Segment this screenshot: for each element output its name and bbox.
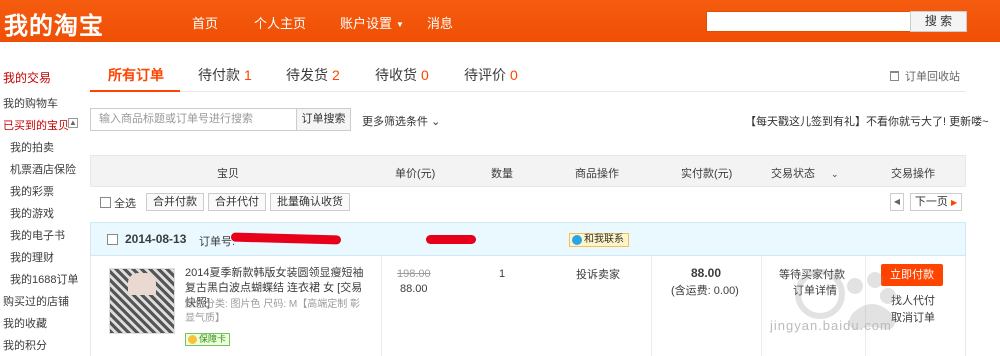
- more-filters-toggle[interactable]: 更多筛选条件 ⌄: [362, 113, 440, 129]
- col-quantity: 数量: [491, 168, 513, 180]
- sidebar-item-purchased[interactable]: 已买到的宝贝: [3, 117, 69, 133]
- col-paid: 实付款(元): [681, 168, 733, 180]
- tab-pending-review[interactable]: 待评价 0: [464, 65, 518, 85]
- tab-pending-receipt[interactable]: 待收货 0: [375, 65, 429, 85]
- sidebar-item-ebooks[interactable]: 我的电子书: [10, 227, 65, 243]
- col-item-actions: 商品操作: [575, 168, 619, 180]
- pay-now-button[interactable]: 立即付款: [881, 264, 943, 286]
- order-checkbox[interactable]: [107, 234, 118, 245]
- order-search-button[interactable]: 订单搜索: [296, 108, 351, 131]
- complain-seller-link[interactable]: 投诉卖家: [576, 266, 620, 282]
- col-item: 宝贝: [217, 168, 239, 180]
- select-all-checkbox[interactable]: [100, 197, 111, 208]
- watermark-text: jingyan.baidu.com: [770, 318, 892, 333]
- sidebar-item-finance[interactable]: 我的理财: [10, 249, 54, 265]
- promo-link[interactable]: 【每天戳这儿签到有礼】不看你就亏大了! 更新喽~: [745, 113, 989, 129]
- col-unit-price: 单价(元): [395, 168, 436, 180]
- unit-price: 88.00: [400, 283, 428, 295]
- nav-messages[interactable]: 消息: [427, 13, 453, 32]
- nav-home[interactable]: 首页: [192, 13, 218, 32]
- sidebar-item-favorites[interactable]: 我的收藏: [3, 315, 47, 331]
- sidebar-item-cart[interactable]: 我的购物车: [3, 95, 58, 111]
- table-header: 宝贝 单价(元) 数量 商品操作 实付款(元) 交易状态 ⌄ 交易操作: [90, 155, 966, 187]
- sidebar-item-travel[interactable]: 机票酒店保险: [10, 161, 76, 177]
- chevron-left-icon: ◀: [893, 197, 901, 206]
- tab-pending-shipment[interactable]: 待发货 2: [286, 65, 340, 85]
- col-trade-actions: 交易操作: [891, 168, 935, 180]
- order-date: 2014-08-13: [125, 232, 187, 246]
- chevron-down-icon: ⌄: [831, 169, 839, 179]
- col-status[interactable]: 交易状态 ⌄: [771, 165, 839, 181]
- guarantee-badge[interactable]: 保障卡: [185, 333, 231, 346]
- quantity: 1: [499, 268, 506, 280]
- order-header: 2014-08-13 订单号: 和我联系: [90, 222, 966, 256]
- status-badge: 等待买家付款: [779, 269, 845, 281]
- search-button[interactable]: 搜 索: [910, 11, 967, 32]
- nav-profile[interactable]: 个人主页: [254, 13, 306, 32]
- shield-icon: [188, 335, 197, 344]
- redaction-mark: [230, 232, 342, 245]
- next-page-button[interactable]: 下一页 ▶: [910, 193, 962, 211]
- sidebar-item-auction[interactable]: 我的拍卖: [10, 139, 54, 155]
- chevron-down-icon: ⌄: [431, 116, 441, 128]
- contact-seller-button[interactable]: 和我联系: [569, 233, 629, 247]
- divider: [761, 256, 762, 356]
- order-recycle-bin[interactable]: 订单回收站: [890, 68, 960, 84]
- product-thumbnail[interactable]: [109, 268, 175, 334]
- sidebar-item-shops[interactable]: 购买过的店铺: [3, 293, 69, 309]
- product-spec: 颜色分类: 图片色 尺码: M【高端定制 彰显气质】: [185, 299, 360, 324]
- sidebar-item-lottery[interactable]: 我的彩票: [10, 183, 54, 199]
- search-input[interactable]: [706, 11, 911, 32]
- sidebar-item-games[interactable]: 我的游戏: [10, 205, 54, 221]
- divider: [651, 256, 652, 356]
- merge-pay-button[interactable]: 合并付款: [146, 193, 204, 211]
- order-search-input[interactable]: 输入商品标题或订单号进行搜索: [90, 108, 297, 131]
- cancel-order-link[interactable]: 取消订单: [891, 309, 935, 325]
- tab-all-orders[interactable]: 所有订单: [108, 65, 164, 85]
- paid-amount: 88.00: [691, 266, 722, 280]
- chat-icon: [572, 235, 582, 245]
- tab-pending-payment[interactable]: 待付款 1: [198, 65, 252, 85]
- order-row: 2014夏季新款韩版女装圆领显瘦短袖复古黑白波点蝴蝶结 连衣裙 女 [交易快照]…: [90, 256, 966, 356]
- logo[interactable]: 我的淘宝: [4, 6, 104, 41]
- top-bar: 我的淘宝 首页 个人主页 账户设置 ▼ 消息 搜 索: [0, 0, 1000, 42]
- sidebar-item-points[interactable]: 我的积分: [3, 337, 47, 353]
- sidebar-item-my-trades[interactable]: 我的交易: [3, 69, 51, 86]
- chevron-right-icon: ▶: [950, 198, 958, 207]
- batch-actions-row: 全选 合并付款 合并代付 批量确认收货 ◀ 下一页 ▶: [90, 187, 966, 217]
- sidebar-item-1688[interactable]: 我的1688订单: [10, 271, 78, 287]
- trash-icon: [890, 71, 899, 81]
- nav-account-settings[interactable]: 账户设置 ▼: [340, 13, 404, 32]
- original-price: 198.00: [397, 268, 431, 280]
- batch-confirm-button[interactable]: 批量确认收货: [270, 193, 350, 211]
- prev-page-button[interactable]: ◀: [890, 193, 904, 211]
- order-tabs: 所有订单 待付款 1 待发货 2 待收货 0 待评价 0: [90, 62, 966, 92]
- chevron-down-icon: ▼: [396, 20, 404, 30]
- select-all-label[interactable]: 全选: [114, 195, 136, 211]
- active-tab-indicator: [90, 90, 180, 92]
- divider: [381, 256, 382, 356]
- divider: [865, 256, 866, 356]
- proxy-pay-link[interactable]: 找人代付: [891, 292, 935, 308]
- redaction-mark: [426, 235, 476, 244]
- collapse-icon[interactable]: ▲: [68, 118, 78, 128]
- order-detail-link[interactable]: 订单详情: [793, 282, 837, 298]
- merge-proxy-pay-button[interactable]: 合并代付: [208, 193, 266, 211]
- order-number-label: 订单号:: [199, 236, 236, 248]
- shipping-fee: (含运费: 0.00): [671, 285, 739, 297]
